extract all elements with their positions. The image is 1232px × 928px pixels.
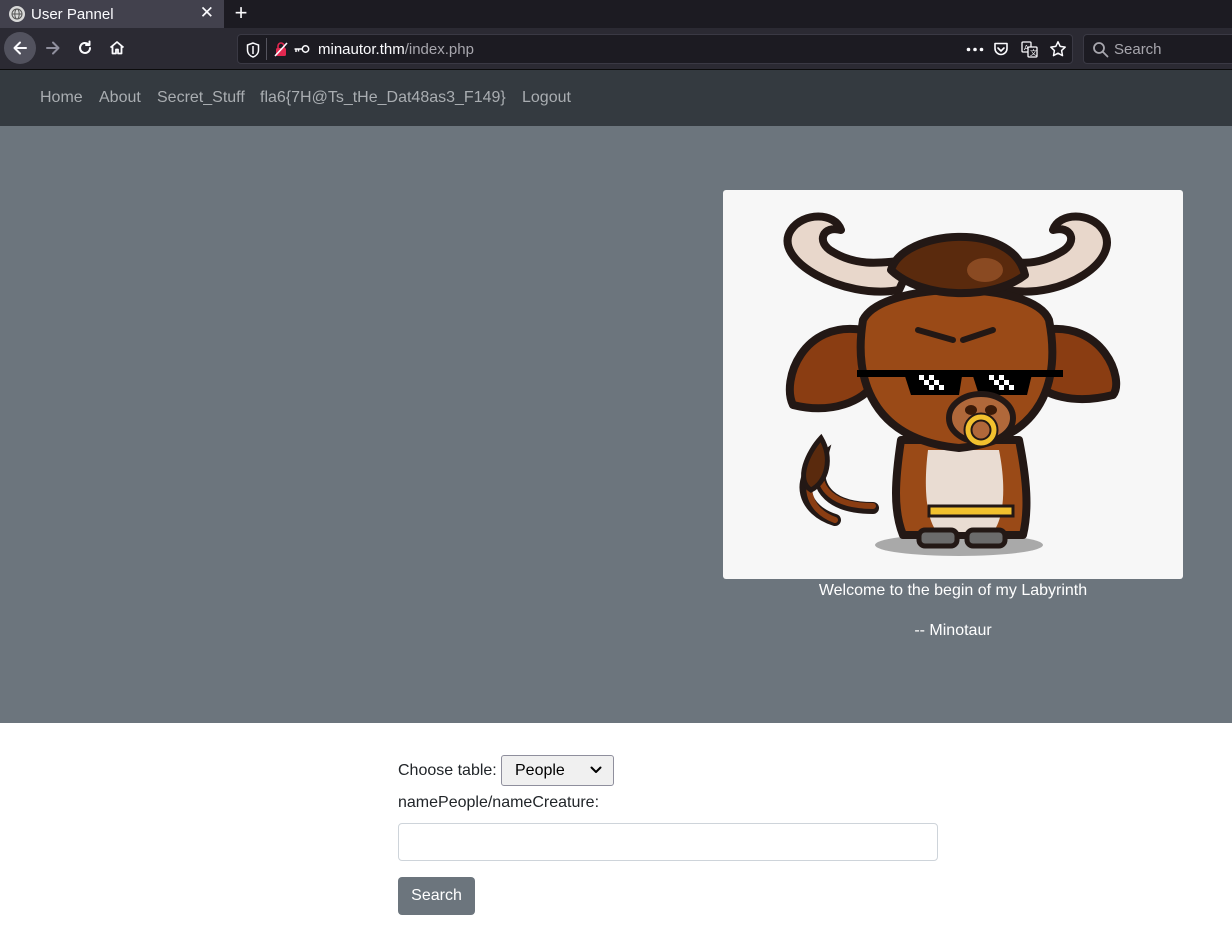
chevron-down-icon <box>590 766 602 773</box>
search-placeholder: Search <box>1114 41 1162 58</box>
close-tab-icon[interactable]: ✕ <box>200 4 214 22</box>
arrow-left-icon <box>13 41 27 55</box>
back-button[interactable] <box>4 32 36 64</box>
key-icon[interactable] <box>293 43 310 55</box>
url-path: /index.php <box>404 41 474 58</box>
site-navbar: Home About Secret_Stuff fla6{7H@Ts_tHe_D… <box>0 70 1232 126</box>
hero-section: Welcome to the begin of my Labyrinth -- … <box>0 126 1232 723</box>
insecure-lock-icon[interactable] <box>274 41 288 57</box>
minotaur-image <box>723 190 1183 579</box>
forward-button[interactable] <box>37 32 69 64</box>
search-icon <box>1093 42 1109 58</box>
name-search-input[interactable] <box>398 823 938 861</box>
url-text[interactable]: minautor.thm/index.php <box>318 41 474 58</box>
reload-button[interactable] <box>69 32 101 64</box>
nav-link-about[interactable]: About <box>99 89 141 107</box>
minotaur-illustration <box>783 212 1121 556</box>
search-button[interactable]: Search <box>398 877 475 915</box>
browser-tab[interactable]: User Pannel ✕ <box>0 0 224 28</box>
welcome-text: Welcome to the begin of my Labyrinth <box>818 582 1088 599</box>
browser-toolbar: minautor.thm/index.php A文 Search <box>0 28 1232 70</box>
more-actions-icon[interactable] <box>966 47 984 52</box>
table-select-value: People <box>515 762 565 779</box>
choose-table-label: Choose table: <box>398 762 497 779</box>
nav-link-logout[interactable]: Logout <box>522 89 571 107</box>
home-icon <box>109 41 125 55</box>
reload-icon <box>79 40 91 54</box>
url-host: minautor.thm <box>318 41 405 58</box>
star-icon[interactable] <box>1049 40 1067 58</box>
url-bar[interactable]: minautor.thm/index.php A文 <box>237 34 1073 64</box>
svg-text:A: A <box>1024 44 1029 52</box>
signature-text: -- Minotaur <box>914 622 992 639</box>
globe-icon <box>9 6 25 22</box>
browser-tab-strip: User Pannel ✕ + <box>0 0 1232 28</box>
browser-search-box[interactable]: Search <box>1083 34 1232 64</box>
nav-link-flag[interactable]: fla6{7H@Ts_tHe_Dat48as3_F149} <box>260 89 506 107</box>
arrow-right-icon <box>46 41 60 55</box>
svg-text:文: 文 <box>1030 48 1037 57</box>
home-button[interactable] <box>101 32 133 64</box>
divider <box>266 38 267 60</box>
nav-link-secret-stuff[interactable]: Secret_Stuff <box>157 89 245 107</box>
translate-icon[interactable]: A文 <box>1021 41 1038 58</box>
tab-title: User Pannel <box>31 5 114 23</box>
shield-icon[interactable] <box>246 42 260 58</box>
pocket-icon[interactable] <box>993 41 1009 57</box>
table-select[interactable]: People <box>501 755 614 786</box>
name-field-label: namePeople/nameCreature: <box>398 794 600 811</box>
nav-link-home[interactable]: Home <box>40 89 83 107</box>
new-tab-button[interactable]: + <box>230 1 252 25</box>
